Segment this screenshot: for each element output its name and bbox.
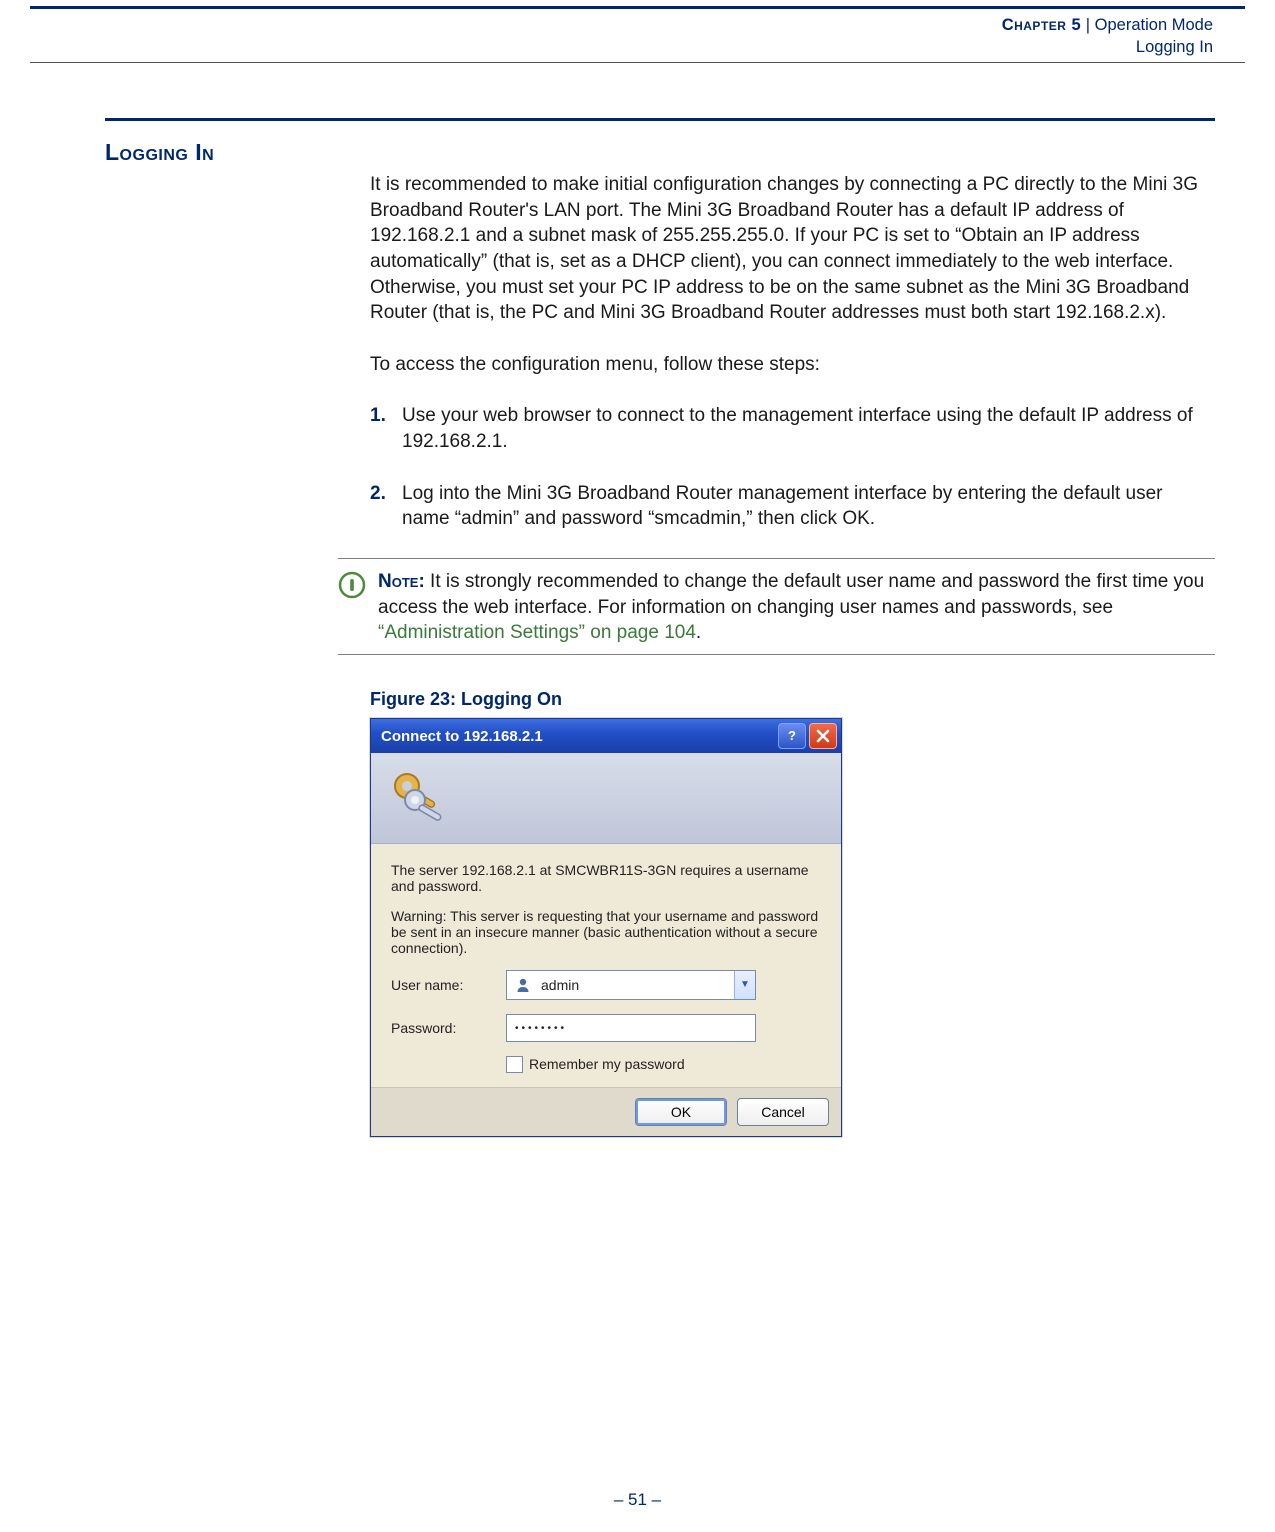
page-number: – 51 – xyxy=(0,1490,1275,1510)
dialog-button-bar: OK Cancel xyxy=(371,1087,841,1136)
dialog-titlebar: Connect to 192.168.2.1 ? xyxy=(371,719,841,753)
note-row: Note: It is strongly recommended to chan… xyxy=(338,569,1215,646)
step-item: 1. Use your web browser to connect to th… xyxy=(370,403,1215,454)
svg-text:?: ? xyxy=(788,728,796,743)
note-body-after: . xyxy=(696,622,701,643)
header-separator: | xyxy=(1081,16,1094,34)
body-text: It is recommended to make initial config… xyxy=(370,172,1215,532)
keys-icon xyxy=(385,768,455,828)
step-text: Use your web browser to connect to the m… xyxy=(402,405,1193,452)
chapter-label: Chapter 5 xyxy=(1002,16,1082,34)
username-combo[interactable]: admin ▼ xyxy=(506,970,756,1000)
section-heading: Logging In xyxy=(105,139,1215,166)
step-text: Log into the Mini 3G Broadband Router ma… xyxy=(402,483,1162,530)
username-value: admin xyxy=(539,977,734,993)
dialog-warning-message: Warning: This server is requesting that … xyxy=(391,908,821,956)
password-label: Password: xyxy=(391,1020,506,1036)
password-row: Password: •••••••• xyxy=(391,1014,821,1042)
note-top-rule xyxy=(338,558,1215,559)
note-bottom-rule xyxy=(338,654,1215,655)
ok-button[interactable]: OK xyxy=(635,1098,727,1126)
dialog-title: Connect to 192.168.2.1 xyxy=(381,727,775,745)
content-area: Logging In It is recommended to make ini… xyxy=(105,118,1215,1137)
help-icon: ? xyxy=(784,728,800,744)
intro-paragraph: It is recommended to make initial config… xyxy=(370,172,1215,326)
step-item: 2. Log into the Mini 3G Broadband Router… xyxy=(370,481,1215,532)
cancel-button[interactable]: Cancel xyxy=(737,1098,829,1126)
login-dialog: Connect to 192.168.2.1 ? xyxy=(370,718,842,1137)
help-button[interactable]: ? xyxy=(778,723,806,749)
dialog-hero xyxy=(371,753,841,844)
header-top-rule xyxy=(30,6,1245,9)
step-number: 1. xyxy=(370,403,386,429)
password-input[interactable]: •••••••• xyxy=(506,1014,756,1042)
note-body-before: It is strongly recommended to change the… xyxy=(378,571,1204,618)
username-label: User name: xyxy=(391,977,506,993)
note-text: Note: It is strongly recommended to chan… xyxy=(378,569,1215,646)
remember-label: Remember my password xyxy=(529,1056,685,1072)
dialog-body: The server 192.168.2.1 at SMCWBR11S-3GN … xyxy=(371,844,841,1087)
header-bottom-rule xyxy=(30,62,1245,63)
close-button[interactable] xyxy=(809,723,837,749)
note-block: Note: It is strongly recommended to chan… xyxy=(338,558,1215,655)
remember-checkbox[interactable] xyxy=(506,1056,523,1073)
steps-list: 1. Use your web browser to connect to th… xyxy=(370,403,1215,532)
username-row: User name: admin ▼ xyxy=(391,970,821,1000)
remember-row: Remember my password xyxy=(506,1056,821,1073)
figure-caption: Figure 23: Logging On xyxy=(370,689,1215,710)
info-icon xyxy=(338,571,366,607)
lead-paragraph: To access the configuration menu, follow… xyxy=(370,352,1215,378)
note-crossref-link[interactable]: “Administration Settings” on page 104 xyxy=(378,622,696,643)
figure-block: Figure 23: Logging On Connect to 192.168… xyxy=(370,689,1215,1137)
document-page: { "header": { "chapter": "Chapter 5", "b… xyxy=(0,0,1275,1532)
running-header: Chapter 5 | Operation Mode Logging In xyxy=(1002,14,1213,59)
note-label: Note: xyxy=(378,571,425,592)
chapter-subtelntitle: Logging In xyxy=(1002,36,1213,58)
user-icon xyxy=(513,975,533,995)
step-number: 2. xyxy=(370,481,386,507)
close-icon xyxy=(816,729,830,743)
dialog-server-message: The server 192.168.2.1 at SMCWBR11S-3GN … xyxy=(391,862,821,894)
section-rule xyxy=(105,118,1215,121)
chapter-title: Operation Mode xyxy=(1095,16,1213,34)
chevron-down-icon[interactable]: ▼ xyxy=(734,971,755,999)
